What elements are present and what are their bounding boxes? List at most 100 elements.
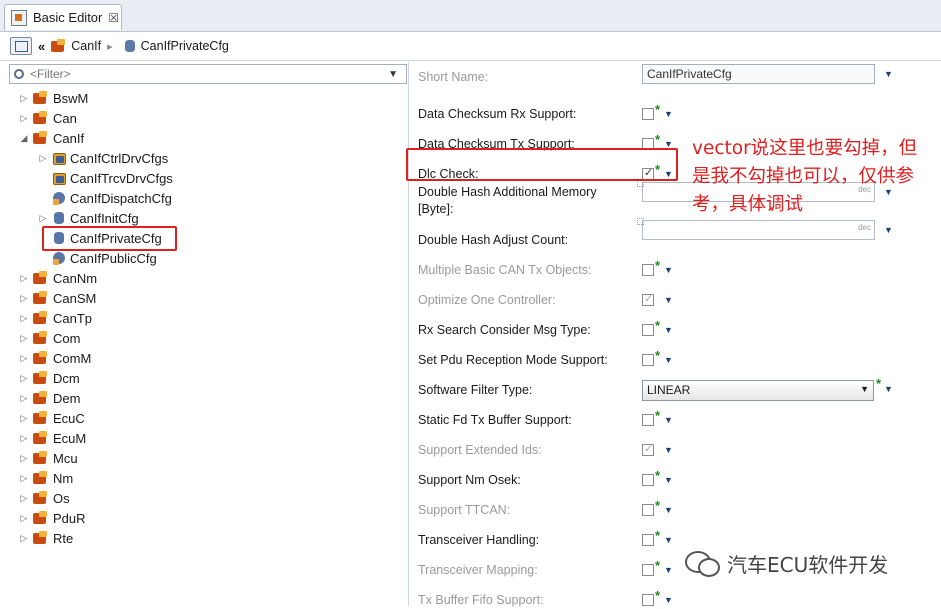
- expand-arrow-icon[interactable]: ▷: [19, 273, 29, 284]
- tree-item[interactable]: ▷ ComM: [19, 348, 92, 368]
- tree-item-label: CanIf: [53, 130, 85, 146]
- chevron-down-icon[interactable]: ▼: [664, 595, 673, 605]
- expand-arrow-icon[interactable]: ▷: [19, 393, 29, 404]
- spinner-icon[interactable]: [637, 218, 644, 225]
- linked-container-icon: [53, 252, 65, 265]
- tree-item-label: CanIfInitCfg: [70, 210, 139, 226]
- package-icon: [33, 331, 49, 345]
- expand-arrow-icon[interactable]: ◢: [19, 133, 29, 144]
- number-field[interactable]: dec: [637, 218, 875, 240]
- property-checkbox[interactable]: [642, 474, 654, 486]
- expand-arrow-icon[interactable]: ▷: [19, 313, 29, 324]
- filter-input[interactable]: [28, 66, 372, 82]
- tree-item[interactable]: ▷ EcuM: [19, 428, 87, 448]
- spinner-icon[interactable]: [637, 180, 644, 187]
- chevron-down-icon[interactable]: ▼: [884, 69, 893, 79]
- property-checkbox[interactable]: [642, 534, 654, 546]
- container-icon: [54, 212, 64, 224]
- chevron-down-icon[interactable]: ▼: [664, 355, 673, 365]
- expand-arrow-icon[interactable]: ▷: [19, 113, 29, 124]
- short-name-field[interactable]: CanIfPrivateCfg: [642, 64, 875, 84]
- chevron-down-icon[interactable]: ▼: [664, 109, 673, 119]
- chevron-down-icon[interactable]: ▼: [664, 295, 673, 305]
- expand-arrow-icon[interactable]: ▷: [19, 93, 29, 104]
- expand-arrow-icon[interactable]: ▷: [19, 533, 29, 544]
- breadcrumb-item-canifprivatecfg[interactable]: CanIfPrivateCfg: [141, 39, 229, 53]
- chevron-down-icon[interactable]: ▼: [664, 265, 673, 275]
- expand-arrow-icon[interactable]: ▷: [19, 433, 29, 444]
- tree-item[interactable]: ▷ BswM: [19, 88, 89, 108]
- tree-item[interactable]: ◢ CanIf: [19, 128, 85, 148]
- tree-item[interactable]: ▷ CanIfInitCfg: [38, 208, 139, 228]
- property-checkbox: [642, 564, 654, 576]
- expand-arrow-icon[interactable]: ▷: [19, 493, 29, 504]
- expand-arrow-icon[interactable]: ▷: [19, 453, 29, 464]
- expand-arrow-icon[interactable]: ▷: [19, 293, 29, 304]
- property-label: Support TTCAN:: [418, 503, 511, 517]
- breadcrumb: « CanIf ▸ CanIfPrivateCfg: [0, 32, 941, 61]
- tree-highlight-box: [42, 226, 177, 251]
- chevron-down-icon[interactable]: ▼: [664, 535, 673, 545]
- tree-item-label: PduR: [53, 510, 86, 526]
- tree-item[interactable]: ▷ Dem: [19, 388, 81, 408]
- chevron-down-icon[interactable]: ▼: [664, 325, 673, 335]
- package-icon: [33, 91, 49, 105]
- property-checkbox[interactable]: [642, 324, 654, 336]
- expand-arrow-icon[interactable]: ▷: [19, 353, 29, 364]
- default-marker-icon: *: [655, 258, 661, 273]
- property-label: Support Extended Ids:: [418, 443, 542, 457]
- linked-container-icon: [53, 192, 65, 205]
- close-icon[interactable]: ☒: [108, 11, 119, 25]
- chevron-down-icon[interactable]: ▼: [884, 225, 893, 235]
- tree-item[interactable]: ▷ Mcu: [19, 448, 78, 468]
- software-filter-type-select[interactable]: LINEAR ▼: [642, 380, 874, 401]
- expand-arrow-icon[interactable]: ▷: [19, 373, 29, 384]
- tree-item[interactable]: ▷ PduR: [19, 508, 86, 528]
- expand-arrow-icon[interactable]: ▷: [19, 413, 29, 424]
- breadcrumb-item-canif[interactable]: CanIf: [71, 39, 101, 53]
- chevron-down-icon[interactable]: ▼: [664, 415, 673, 425]
- show-tree-button[interactable]: [10, 37, 32, 55]
- chevron-down-icon[interactable]: ▼: [664, 505, 673, 515]
- expand-arrow-icon[interactable]: ▷: [38, 213, 48, 224]
- chevron-down-icon[interactable]: ▼: [388, 69, 398, 80]
- tree-item[interactable]: ▷ Com: [19, 328, 81, 348]
- tree-item[interactable]: ▷ Can: [19, 108, 77, 128]
- tree-item-label: Os: [53, 490, 70, 506]
- tab-basic-editor[interactable]: Basic Editor ☒: [4, 4, 122, 30]
- tree-item[interactable]: ▷ CanNm: [19, 268, 98, 288]
- chevron-down-icon[interactable]: ▼: [664, 475, 673, 485]
- property-label: Data Checksum Rx Support:: [418, 107, 577, 121]
- chevron-down-icon[interactable]: ▼: [664, 565, 673, 575]
- chevron-down-icon[interactable]: ▼: [860, 384, 869, 394]
- expand-arrow-icon[interactable]: ▷: [19, 513, 29, 524]
- expand-arrow-icon[interactable]: ▷: [19, 473, 29, 484]
- tree-item[interactable]: CanIfTrcvDrvCfgs: [38, 168, 173, 188]
- expand-arrow-icon[interactable]: ▷: [38, 153, 48, 164]
- tree-item[interactable]: ▷ Rte: [19, 528, 74, 548]
- tree-item[interactable]: CanIfPublicCfg: [38, 248, 157, 268]
- back-icon[interactable]: «: [38, 39, 45, 54]
- tree-item[interactable]: ▷ Nm: [19, 468, 74, 488]
- tree-item-label: ComM: [53, 350, 92, 366]
- tree-item[interactable]: ▷ CanTp: [19, 308, 93, 328]
- property-checkbox[interactable]: [642, 414, 654, 426]
- filter-box: ▼: [9, 64, 407, 84]
- property-checkbox[interactable]: [642, 354, 654, 366]
- expand-arrow-icon[interactable]: ▷: [19, 333, 29, 344]
- chevron-down-icon[interactable]: ▼: [884, 384, 893, 394]
- package-icon: [33, 131, 49, 145]
- tree-item[interactable]: ▷ CanSM: [19, 288, 97, 308]
- package-icon: [33, 411, 49, 425]
- tree-item-label: CanIfDispatchCfg: [70, 190, 172, 206]
- chevron-down-icon[interactable]: ▼: [664, 445, 673, 455]
- tree-item[interactable]: ▷ EcuC: [19, 408, 85, 428]
- tree-item[interactable]: ▷ Dcm: [19, 368, 80, 388]
- tree-item[interactable]: ▷ Os: [19, 488, 70, 508]
- default-marker-icon: *: [876, 376, 882, 391]
- tree-item[interactable]: CanIfDispatchCfg: [38, 188, 172, 208]
- property-checkbox[interactable]: [642, 108, 654, 120]
- watermark: 汽车ECU软件开发: [685, 549, 888, 578]
- tree-item[interactable]: ▷ CanIfCtrlDrvCfgs: [38, 148, 169, 168]
- tree-item-label: CanTp: [53, 310, 93, 326]
